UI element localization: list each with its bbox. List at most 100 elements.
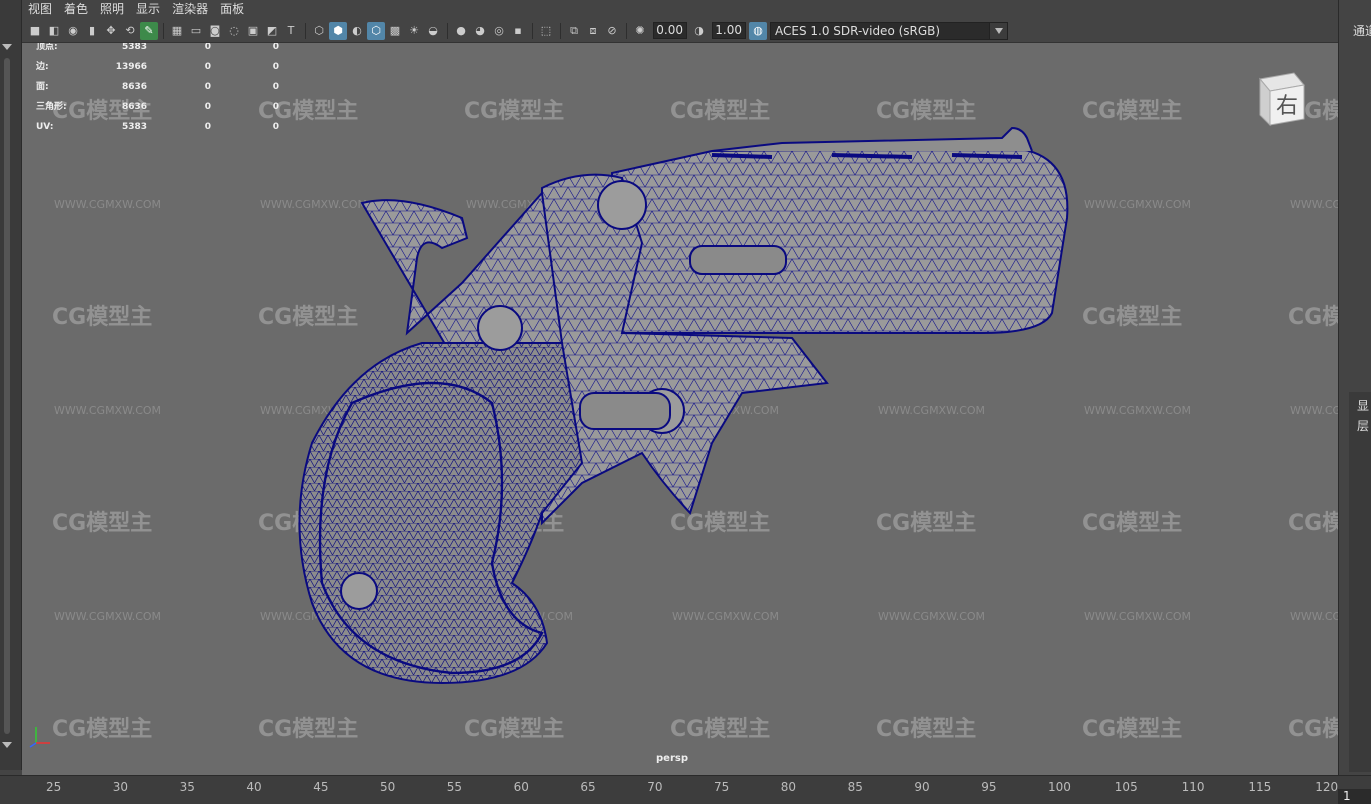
- motion-blur-icon[interactable]: ◕: [471, 22, 489, 40]
- layer-editor-panel: [1349, 392, 1371, 772]
- chevron-down-icon[interactable]: [989, 22, 1007, 39]
- view-cube[interactable]: 右: [1254, 71, 1306, 127]
- menu-panels[interactable]: 面板: [214, 0, 250, 19]
- hud-value: 0: [272, 122, 279, 132]
- shadows-icon[interactable]: ◒: [424, 22, 442, 40]
- hud-label: UV:: [36, 122, 54, 132]
- color-management-icon[interactable]: ◍: [749, 21, 767, 40]
- hud-value: 13966: [115, 62, 147, 72]
- timeline-tick-label: 80: [780, 780, 797, 794]
- backface-icon[interactable]: ⊘: [603, 22, 621, 40]
- menu-shading[interactable]: 着色: [58, 0, 94, 19]
- use-lights-icon[interactable]: ☀: [405, 22, 423, 40]
- right-side-panel: 通道 显 层: [1338, 0, 1371, 775]
- default-material-icon[interactable]: ◐: [348, 22, 366, 40]
- safe-title-icon[interactable]: T: [282, 22, 300, 40]
- toolbar-separator: [447, 22, 448, 39]
- menu-renderer[interactable]: 渲染器: [166, 0, 214, 19]
- hud-row: 顶点: 5383 0 0: [36, 43, 279, 63]
- isolate-icon[interactable]: ⬚: [537, 22, 555, 40]
- hud-row: UV: 5383 0 0: [36, 123, 279, 143]
- menu-view[interactable]: 视图: [22, 0, 58, 19]
- toolbar-separator: [305, 22, 306, 39]
- dof-icon[interactable]: ▪: [509, 22, 527, 40]
- timeline-tick-label: 25: [46, 780, 62, 794]
- current-frame-field[interactable]: 1: [1338, 789, 1371, 804]
- aa-icon[interactable]: ◎: [490, 22, 508, 40]
- timeline-tick-label: 60: [513, 780, 529, 794]
- film-gate-icon[interactable]: ▭: [187, 22, 205, 40]
- timeline-tick-label: 30: [112, 780, 129, 794]
- grease-pencil-icon[interactable]: ✎: [140, 21, 158, 40]
- ao-icon[interactable]: ●: [452, 22, 470, 40]
- hud-row: 三角形: 8636 0 0: [36, 103, 279, 123]
- resolution-gate-icon[interactable]: ◙: [206, 22, 224, 40]
- poly-count-hud: 顶点: 5383 0 0 边: 13966 0 0 面: 8636 0 0 三角形: 8636 0 0 …: [36, 43, 279, 143]
- hud-value: 0: [272, 43, 279, 52]
- xray-icon[interactable]: ▩: [386, 22, 404, 40]
- timeline-tick-label: 35: [179, 780, 195, 794]
- timeline-tick-label: 85: [847, 780, 863, 794]
- field-chart-icon[interactable]: ▣: [244, 22, 262, 40]
- 2d-pan-zoom-icon[interactable]: ⟲: [121, 22, 139, 40]
- gate-mask-icon[interactable]: ◌: [225, 22, 243, 40]
- time-slider[interactable]: 25 30 35 40 45 50 55 60 65 70 75 80 85 90 95 100 105 110 1…: [0, 775, 1371, 804]
- xray-active-icon[interactable]: ⧈: [584, 22, 602, 40]
- hud-value: 5383: [121, 122, 147, 132]
- wireframe-on-shaded-icon[interactable]: ⬡: [367, 21, 385, 40]
- wireframe-icon[interactable]: ⬡: [310, 22, 328, 40]
- timeline-tick-label: 90: [914, 780, 930, 794]
- hud-row: 面: 8636 0 0: [36, 83, 279, 103]
- left-scrollbar[interactable]: [4, 58, 10, 734]
- hud-value: 8636: [121, 82, 147, 92]
- layers-tab[interactable]: 层: [1357, 417, 1369, 434]
- gamma-field[interactable]: 1.00: [712, 22, 746, 39]
- grid-icon[interactable]: ▦: [168, 22, 186, 40]
- timeline-tick-label: 100: [1048, 780, 1071, 794]
- timeline-tick-label: 120: [1315, 780, 1339, 794]
- scroll-up-icon[interactable]: [2, 44, 12, 50]
- timeline-tick-label: 105: [1114, 780, 1138, 794]
- view-cube-face-label: 右: [1276, 94, 1298, 119]
- timeline-tick-label: 70: [647, 780, 663, 794]
- left-shelf-strip: [0, 0, 22, 770]
- exposure-icon[interactable]: ✺: [631, 22, 649, 40]
- timeline-tick-label: 50: [380, 780, 396, 794]
- camera-name-label: persp: [656, 753, 688, 764]
- color-space-label: ACES 1.0 SDR-video (sRGB): [775, 23, 941, 38]
- hud-label: 边:: [36, 62, 49, 72]
- hud-row: 边: 13966 0 0: [36, 63, 279, 83]
- 2d-pan-icon[interactable]: ✥: [102, 22, 120, 40]
- timeline-tick-label: 40: [246, 780, 262, 794]
- bookmark-icon[interactable]: ◉: [64, 22, 82, 40]
- camera-attr-icon[interactable]: ◧: [45, 22, 63, 40]
- toolbar-separator: [163, 22, 164, 39]
- toolbar-separator: [532, 22, 533, 39]
- axis-gizmo: [29, 727, 50, 748]
- hud-value: 0: [204, 102, 211, 112]
- hud-value: 0: [272, 62, 279, 72]
- color-space-dropdown[interactable]: ACES 1.0 SDR-video (sRGB): [770, 21, 1008, 40]
- panel-menu-bar: 视图 着色 照明 显示 渲染器 面板: [22, 0, 1338, 19]
- display-tab[interactable]: 显: [1357, 397, 1369, 414]
- camera-icon[interactable]: ■: [26, 22, 44, 40]
- hud-label: 三角形:: [36, 102, 67, 112]
- 3d-viewport[interactable]: CG模型主 WWW.CGMXW.COM CG模型主 WWW.CGMXW.COM CG模型…: [22, 43, 1338, 775]
- viewport-toolbar: ■ ◧ ◉ ▮ ✥ ⟲ ✎ ▦ ▭ ◙ ◌ ▣ ◩ T ⬡ ⬢ ◐ ⬡ ▩ ☀ …: [22, 19, 1338, 43]
- gamma-icon[interactable]: ◑: [690, 22, 708, 40]
- pistol-wireframe-model[interactable]: [22, 43, 1338, 775]
- smooth-shade-icon[interactable]: ⬢: [329, 21, 347, 40]
- safe-action-icon[interactable]: ◩: [263, 22, 281, 40]
- image-plane-icon[interactable]: ▮: [83, 22, 101, 40]
- timeline-tick-label: 95: [981, 780, 997, 794]
- scroll-down-icon[interactable]: [2, 742, 12, 748]
- timeline-tick-label: 115: [1248, 780, 1272, 794]
- hud-label: 面:: [36, 82, 49, 92]
- menu-lighting[interactable]: 照明: [94, 0, 130, 19]
- exposure-field[interactable]: 0.00: [653, 22, 687, 39]
- menu-show[interactable]: 显示: [130, 0, 166, 19]
- timeline-tick-label: 45: [313, 780, 329, 794]
- xray-joints-icon[interactable]: ⧉: [565, 22, 583, 40]
- channel-box-tab[interactable]: 通道: [1353, 22, 1371, 39]
- hud-value: 0: [272, 102, 279, 112]
